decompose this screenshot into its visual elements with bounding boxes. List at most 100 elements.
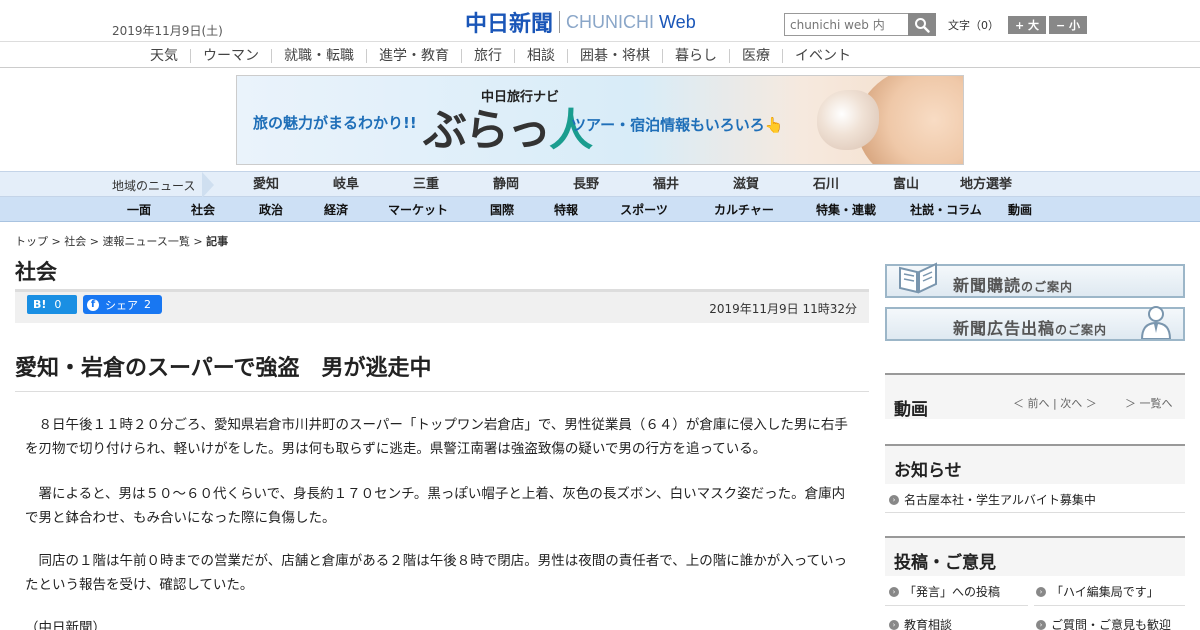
sect-item-culture[interactable]: カルチャー [692, 201, 796, 218]
notice-panel-title: お知らせ [894, 461, 962, 481]
sect-item-society[interactable]: 社会 [168, 201, 238, 218]
advertising-banner-small: のご案内 [1055, 323, 1108, 337]
hatena-icon: B! [33, 298, 47, 311]
font-size-control: 文字（0） + 大 − 小 [948, 16, 1087, 34]
region-item-local-elections[interactable]: 地方選挙 [946, 172, 1026, 198]
post-link-label: 「発言」への投稿 [904, 585, 1001, 599]
post-link-hai-henshu[interactable]: › 「ハイ編集局です」 [1036, 583, 1159, 600]
facebook-share-count: 2 [144, 298, 151, 311]
region-arrow-icon [202, 172, 214, 198]
region-nav: 地域のニュース 愛知 岐阜 三重 静岡 長野 福井 滋賀 石川 富山 地方選挙 [0, 171, 1200, 198]
search-button[interactable] [908, 13, 936, 36]
video-list-label: 一覧へ [1139, 397, 1173, 410]
post-link-label: ご質問・ご意見も歓迎 [1051, 618, 1172, 630]
businessman-icon [1140, 306, 1172, 339]
open-book-icon [899, 262, 937, 294]
cat-item-travel[interactable]: 旅行 [461, 48, 514, 63]
cat-item-woman[interactable]: ウーマン [190, 48, 271, 63]
post-link-questions[interactable]: › ご質問・ご意見も歓迎 [1036, 616, 1171, 630]
cat-item-weather[interactable]: 天気 [138, 49, 190, 63]
post-link-label: 「ハイ編集局です」 [1051, 585, 1159, 599]
breadcrumb: トップ > 社会 > 速報ニュース一覧 > 記事 [15, 235, 229, 248]
cat-item-go-shogi[interactable]: 囲碁・将棋 [567, 48, 662, 63]
video-list-link[interactable]: ＞ 一覧へ [1125, 395, 1173, 411]
region-item-gifu[interactable]: 岐阜 [306, 172, 386, 198]
chevron-right-icon: › [889, 586, 899, 597]
sect-item-sports[interactable]: スポーツ [596, 201, 692, 218]
hatena-bookmark-button[interactable]: B! 0 [27, 295, 77, 314]
region-item-toyama[interactable]: 富山 [866, 172, 946, 198]
facebook-share-button[interactable]: f シェア 2 [83, 295, 162, 314]
sect-item-politics[interactable]: 政治 [238, 201, 304, 218]
sect-item-editorials[interactable]: 社説・コラム [896, 201, 996, 218]
hatena-count: 0 [54, 298, 62, 311]
logo-japanese: 中日新聞 [465, 11, 554, 37]
facebook-icon: f [87, 298, 99, 311]
breadcrumb-society[interactable]: 社会 [64, 235, 86, 248]
logo-divider [559, 11, 561, 33]
font-bigger-button[interactable]: + 大 [1008, 16, 1046, 34]
region-item-nagano[interactable]: 長野 [546, 172, 626, 198]
post-panel-title: 投稿・ご意見 [894, 553, 996, 573]
site-header: 2019年11月9日(土) 中日新聞 CHUNICHI Web 文字（0） + … [0, 0, 1200, 42]
article-source-credit: （中日新聞） [25, 620, 106, 630]
subscription-banner[interactable]: 新聞購読のご案内 [885, 262, 1185, 298]
notice-link-part-time-job[interactable]: › 名古屋本社・学生アルバイト募集中 [889, 491, 1096, 508]
breadcrumb-news-list[interactable]: 速報ニュース一覧 [102, 235, 189, 248]
sect-item-international[interactable]: 国際 [468, 201, 536, 218]
breadcrumb-top[interactable]: トップ [15, 235, 48, 248]
notice-panel: お知らせ [885, 444, 1185, 484]
cat-item-consult[interactable]: 相談 [514, 48, 567, 63]
banner-logo: ぶらっ人 [423, 94, 593, 158]
post-link-education[interactable]: › 教育相談 [889, 616, 952, 630]
font-smaller-button[interactable]: − 小 [1049, 16, 1087, 34]
region-item-shizuoka[interactable]: 静岡 [466, 172, 546, 198]
video-panel: 動画 ＜ 前へ | 次へ ＞ ＞ 一覧へ [885, 373, 1185, 420]
post-link-hatsugen[interactable]: › 「発言」への投稿 [889, 583, 1000, 600]
sect-item-special-report[interactable]: 特報 [536, 201, 596, 218]
page-section-title: 社会 [15, 260, 57, 284]
travel-banner-ad[interactable]: 旅の魅力がまるわかり!! 中日旅行ナビ ぶらっ人 ツアー・宿泊情報もいろいろ👆 [236, 75, 964, 165]
subscription-banner-main: 新聞購読 [953, 276, 1022, 295]
cat-item-events[interactable]: イベント [782, 48, 863, 63]
region-nav-label: 地域のニュース [112, 179, 196, 193]
logo-english-text: CHUNICHI [566, 11, 660, 32]
sect-item-market[interactable]: マーケット [368, 201, 468, 218]
advertising-banner[interactable]: 新聞広告出稿のご案内 [885, 306, 1185, 341]
cat-item-living[interactable]: 暮らし [662, 48, 729, 63]
divider [885, 605, 1028, 606]
region-item-ishikawa[interactable]: 石川 [786, 172, 866, 198]
cat-item-jobs[interactable]: 就職・転職 [271, 48, 366, 63]
sect-item-economy[interactable]: 経済 [304, 201, 368, 218]
site-logo[interactable]: 中日新聞 CHUNICHI Web [465, 8, 696, 37]
subscription-banner-text: 新聞購読のご案内 [953, 272, 1073, 296]
banner-logo-main: ぶらっ [423, 105, 551, 156]
sect-item-front[interactable]: 一面 [110, 201, 168, 218]
cat-item-education[interactable]: 進学・教育 [366, 48, 461, 63]
current-date: 2019年11月9日(土) [112, 24, 223, 38]
sect-item-video[interactable]: 動画 [996, 201, 1044, 218]
article-timestamp: 2019年11月9日 11時32分 [709, 302, 857, 316]
headline-divider [15, 391, 869, 392]
notice-link-label: 名古屋本社・学生アルバイト募集中 [904, 493, 1096, 507]
video-prev-link[interactable]: ＜ 前へ [1013, 397, 1050, 410]
video-pager: ＜ 前へ | 次へ ＞ [1013, 397, 1097, 410]
region-item-fukui[interactable]: 福井 [626, 172, 706, 198]
site-search [784, 13, 936, 36]
article-paragraph: ８日午後１１時２０分ごろ、愛知県岩倉市川井町のスーパー「トップワン岩倉店」で、男… [25, 417, 848, 457]
search-icon [915, 17, 930, 33]
region-item-aichi[interactable]: 愛知 [226, 172, 306, 198]
chevron-right-icon: › [1036, 619, 1046, 630]
search-input[interactable] [784, 13, 908, 36]
sect-item-features[interactable]: 特集・連載 [796, 201, 896, 218]
video-panel-title: 動画 [894, 400, 928, 420]
cat-item-medical[interactable]: 医療 [729, 48, 782, 63]
breadcrumb-current: 記事 [206, 235, 229, 248]
region-item-shiga[interactable]: 滋賀 [706, 172, 786, 198]
video-next-link[interactable]: 次へ ＞ [1060, 397, 1097, 410]
article-paragraph: 同店の１階は午前０時までの営業だが、店舗と倉庫がある２階は午後８時で閉店。男性は… [25, 553, 848, 593]
banner-right-text: ツアー・宿泊情報もいろいろ👆 [571, 116, 784, 134]
region-item-mie[interactable]: 三重 [386, 172, 466, 198]
font-size-label: 文字（0） [948, 19, 999, 32]
divider [885, 512, 1185, 513]
